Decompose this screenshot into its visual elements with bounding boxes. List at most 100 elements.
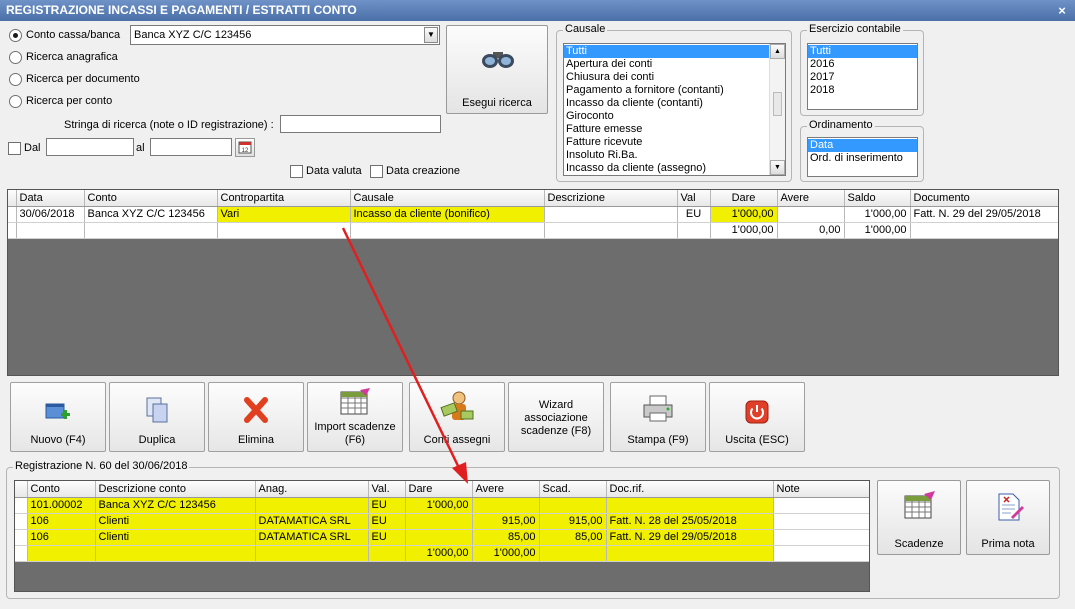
cell[interactable]: 106 (27, 513, 96, 530)
causale-item[interactable]: Chiusura dei conti (564, 71, 785, 84)
cell[interactable]: EU (677, 206, 711, 223)
column-header[interactable]: Dare (405, 481, 473, 498)
cell[interactable]: EU (368, 513, 406, 530)
causale-item[interactable]: Incasso da cliente (assegno) (564, 162, 785, 175)
causale-item[interactable]: Tutti (564, 45, 785, 58)
table-row[interactable]: 101.00002 Banca XYZ C/C 123456 EU 1'000,00 (15, 497, 869, 514)
stampa-button[interactable]: Stampa (F9) (610, 382, 706, 452)
causale-item[interactable]: Incasso da cliente (contanti) (564, 97, 785, 110)
duplica-button[interactable]: Duplica (109, 382, 205, 452)
cell[interactable]: Incasso da cliente (bonifico) (350, 206, 545, 223)
causale-item[interactable]: Pagamento a fornitore (contanti) (564, 84, 785, 97)
cell[interactable]: Clienti (95, 529, 256, 546)
scroll-up-icon[interactable]: ▲ (770, 44, 785, 59)
cell[interactable] (539, 497, 607, 514)
cell[interactable] (255, 497, 369, 514)
account-combo[interactable]: Banca XYZ C/C 123456 ▼ (130, 25, 440, 45)
data-valuta-checkbox[interactable]: Data valuta (290, 164, 362, 178)
cell[interactable]: 1'000,00 (844, 206, 911, 223)
radio-ricerca-documento[interactable]: Ricerca per documento (9, 70, 140, 88)
column-header[interactable]: Avere (777, 190, 845, 207)
cell[interactable]: Banca XYZ C/C 123456 (84, 206, 218, 223)
cell[interactable]: Banca XYZ C/C 123456 (95, 497, 256, 514)
causale-item[interactable]: Fatture ricevute (564, 136, 785, 149)
column-header[interactable]: Val. (368, 481, 406, 498)
radio-indicator[interactable] (9, 94, 22, 108)
cell[interactable] (773, 513, 869, 530)
movements-grid[interactable]: Data Conto Contropartita Causale Descrizione… (7, 189, 1059, 376)
column-header[interactable]: Doc.rif. (606, 481, 774, 498)
column-header[interactable]: Causale (350, 190, 545, 207)
cell[interactable]: Fatt. N. 29 del 29/05/2018 (910, 206, 1058, 223)
cell[interactable]: 106 (27, 529, 96, 546)
cell[interactable]: 101.00002 (27, 497, 96, 514)
table-row[interactable]: 106 Clienti DATAMATICA SRL EU 915,00 915,00 Fa… (15, 513, 869, 530)
wizard-button[interactable]: Wizard associazione scadenze (F8) (508, 382, 604, 452)
cell[interactable]: Vari (217, 206, 351, 223)
column-header[interactable]: Scad. (539, 481, 607, 498)
cell[interactable]: 1'000,00 (710, 206, 778, 223)
cell[interactable] (773, 529, 869, 546)
radio-conto-cassa[interactable]: Conto cassa/banca (9, 26, 140, 44)
cell[interactable] (405, 529, 473, 546)
radio-indicator[interactable] (9, 72, 22, 86)
scadenze-button[interactable]: Scadenze (877, 480, 961, 555)
search-button[interactable]: Esegui ricerca (446, 25, 548, 114)
causale-item[interactable]: Fatture emesse (564, 123, 785, 136)
radio-indicator[interactable] (9, 50, 22, 64)
cell[interactable]: DATAMATICA SRL (255, 529, 369, 546)
checkbox-box[interactable] (370, 164, 383, 178)
radio-indicator[interactable] (9, 28, 22, 42)
causale-item[interactable]: Insoluto Ri.Ba. (564, 149, 785, 162)
radio-ricerca-conto[interactable]: Ricerca per conto (9, 92, 140, 110)
cell[interactable] (606, 497, 774, 514)
cell[interactable] (472, 497, 540, 514)
cell[interactable]: EU (368, 497, 406, 514)
registration-grid[interactable]: Conto Descrizione conto Anag. Val. Dare Avere… (14, 480, 870, 592)
esercizio-item[interactable]: 2018 (808, 84, 917, 97)
search-string-input[interactable] (280, 115, 441, 133)
column-header[interactable]: Saldo (844, 190, 911, 207)
dal-checkbox-box[interactable] (8, 141, 21, 155)
calendar-button[interactable]: 12 (235, 138, 255, 157)
ordinamento-item[interactable]: Data (808, 139, 917, 152)
chevron-down-icon[interactable]: ▼ (424, 27, 438, 43)
cell[interactable]: 85,00 (539, 529, 607, 546)
nuovo-button[interactable]: Nuovo (F4) (10, 382, 106, 452)
cell[interactable]: 30/06/2018 (16, 206, 85, 223)
cell[interactable]: EU (368, 529, 406, 546)
column-header[interactable]: Conto (27, 481, 96, 498)
date-to-input[interactable] (150, 138, 232, 156)
dal-checkbox[interactable]: Dal (8, 141, 41, 155)
table-row[interactable]: 106 Clienti DATAMATICA SRL EU 85,00 85,00 Fatt… (15, 529, 869, 546)
column-header[interactable]: Avere (472, 481, 540, 498)
causale-item[interactable]: Apertura dei conti (564, 58, 785, 71)
column-header[interactable]: Documento (910, 190, 1058, 207)
esercizio-item[interactable]: 2016 (808, 58, 917, 71)
column-header[interactable]: Val (677, 190, 711, 207)
ordinamento-listbox[interactable]: Data Ord. di inserimento (807, 137, 918, 177)
esercizio-listbox[interactable]: Tutti 2016 2017 2018 (807, 43, 918, 110)
import-scadenze-button[interactable]: Import scadenze (F6) (307, 382, 403, 452)
cell[interactable]: 1'000,00 (405, 497, 473, 514)
cell[interactable]: DATAMATICA SRL (255, 513, 369, 530)
uscita-button[interactable]: Uscita (ESC) (709, 382, 805, 452)
column-header[interactable]: Note (773, 481, 869, 498)
cell[interactable]: 85,00 (472, 529, 540, 546)
elimina-button[interactable]: Elimina (208, 382, 304, 452)
ordinamento-item[interactable]: Ord. di inserimento (808, 152, 917, 165)
data-creazione-checkbox[interactable]: Data creazione (370, 164, 460, 178)
cell[interactable]: 915,00 (539, 513, 607, 530)
cell[interactable]: Fatt. N. 29 del 29/05/2018 (606, 529, 774, 546)
cell[interactable] (544, 206, 678, 223)
prima-nota-button[interactable]: Prima nota (966, 480, 1050, 555)
cell[interactable] (777, 206, 845, 223)
esercizio-item[interactable]: Tutti (808, 45, 917, 58)
column-header[interactable]: Anag. (255, 481, 369, 498)
date-from-input[interactable] (46, 138, 134, 156)
causale-listbox[interactable]: Tutti Apertura dei conti Chiusura dei cont… (563, 43, 786, 176)
checkbox-box[interactable] (290, 164, 303, 178)
column-header[interactable]: Contropartita (217, 190, 351, 207)
column-header[interactable]: Descrizione (544, 190, 678, 207)
esercizio-item[interactable]: 2017 (808, 71, 917, 84)
